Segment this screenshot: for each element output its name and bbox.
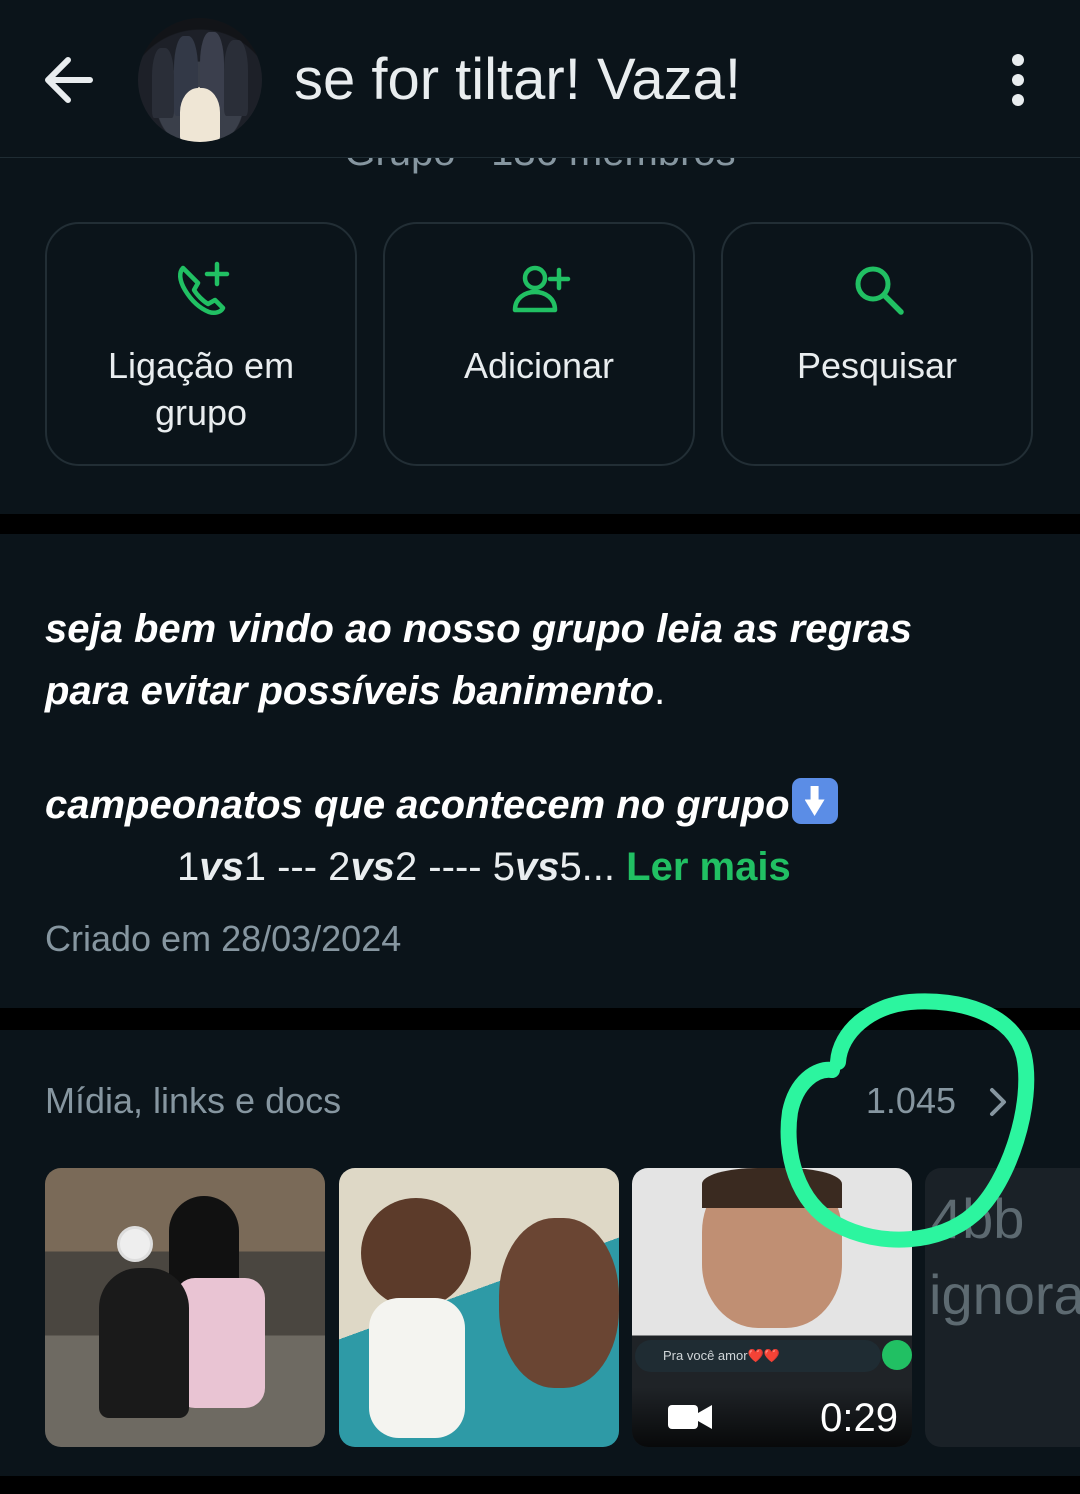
down-arrow-emoji-icon xyxy=(791,778,838,824)
media-thumbnail-partial[interactable]: 4bb ignora xyxy=(925,1168,1080,1447)
action-buttons: Ligação em grupo Adicionar Pesquisar xyxy=(45,222,1035,468)
thumb-text-line-2: ignora xyxy=(929,1263,1080,1326)
group-avatar[interactable] xyxy=(138,18,262,142)
video-duration: 0:29 xyxy=(820,1396,898,1440)
video-chat-text: Pra você amor❤️❤️ xyxy=(635,1340,881,1372)
media-count[interactable]: 1.045 xyxy=(866,1080,956,1122)
add-member-button[interactable]: Adicionar xyxy=(383,222,695,466)
group-call-label: Ligação em grupo xyxy=(107,345,295,433)
top-bar: se for tiltar! Vaza! xyxy=(0,0,1080,158)
search-label: Pesquisar xyxy=(796,345,958,386)
group-description[interactable]: seja bem vindo ao nosso grupo leia as re… xyxy=(45,598,1045,898)
search-icon xyxy=(855,266,904,315)
description-line-2-end: . xyxy=(654,669,666,713)
add-member-label: Adicionar xyxy=(463,345,615,386)
video-camera-icon xyxy=(668,1405,712,1429)
bottom-divider xyxy=(0,1476,1080,1494)
group-call-button[interactable]: Ligação em grupo xyxy=(45,222,357,466)
chevron-right-icon[interactable] xyxy=(986,1084,1010,1120)
video-overlay: 0:29 xyxy=(632,1387,912,1447)
send-icon xyxy=(882,1340,912,1370)
media-thumbnail[interactable] xyxy=(45,1168,325,1447)
search-button[interactable]: Pesquisar xyxy=(721,222,1033,466)
description-vs-line: 1vs1 --- 2vs2 ---- 5vs5... Ler mais xyxy=(177,845,791,889)
person-add-icon xyxy=(512,265,571,313)
more-vertical-icon[interactable] xyxy=(1003,52,1033,108)
arrow-left-icon[interactable] xyxy=(40,50,96,110)
description-line-3: campeonatos que acontecem no grupo xyxy=(45,783,790,827)
media-thumbnail[interactable] xyxy=(339,1168,619,1447)
media-video-thumbnail[interactable]: Pra você amor❤️❤️ 0:29 xyxy=(632,1168,912,1447)
phone-add-icon xyxy=(178,261,230,316)
section-divider xyxy=(0,1008,1080,1030)
description-line-2: para evitar possíveis banimento xyxy=(45,669,655,713)
section-divider xyxy=(0,514,1080,534)
group-title[interactable]: se for tiltar! Vaza! xyxy=(294,46,741,113)
media-section-title[interactable]: Mídia, links e docs xyxy=(45,1080,341,1122)
created-date: Criado em 28/03/2024 xyxy=(45,918,402,959)
description-line-1: seja bem vindo ao nosso grupo leia as re… xyxy=(45,607,912,651)
thumb-text-line-1: 4bb xyxy=(931,1187,1025,1250)
read-more-link[interactable]: Ler mais xyxy=(626,845,791,889)
